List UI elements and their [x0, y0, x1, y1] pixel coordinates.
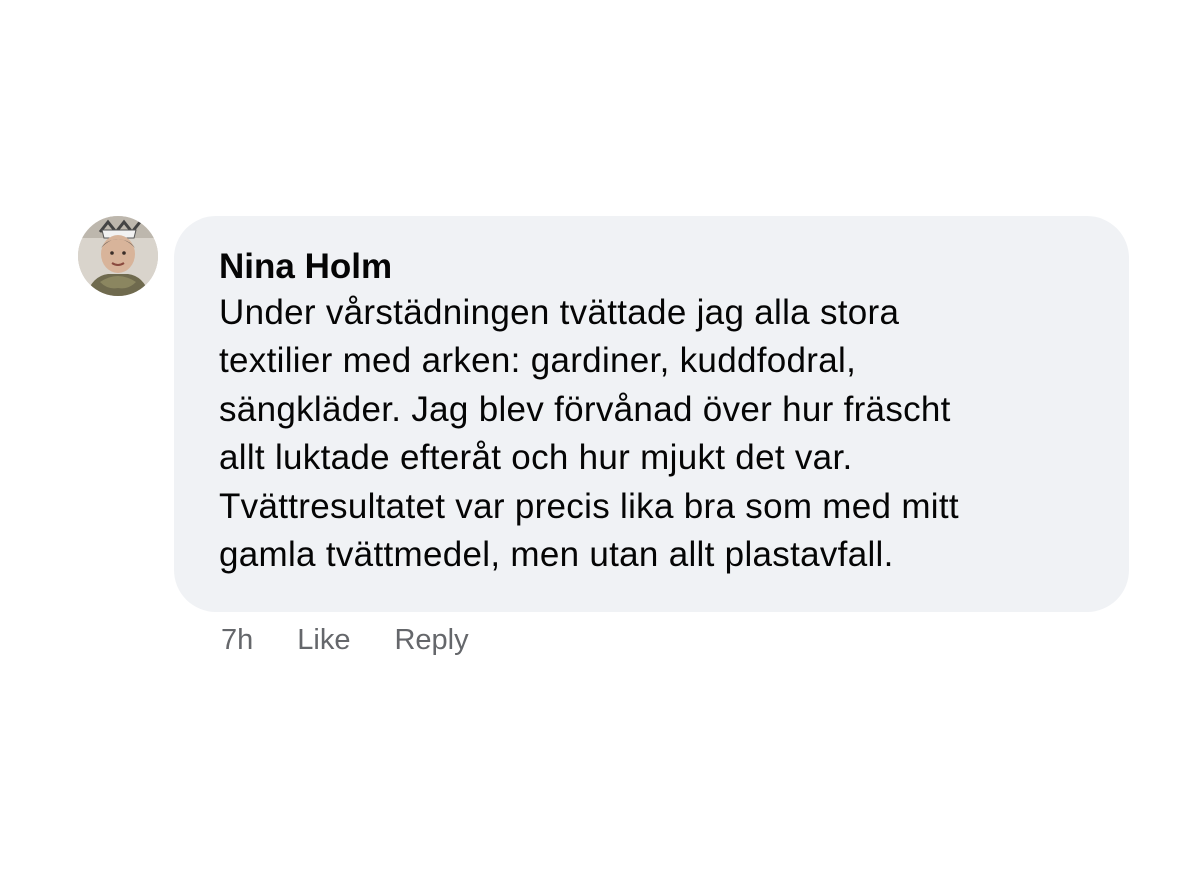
- avatar-photo-icon: [78, 216, 158, 296]
- reply-button[interactable]: Reply: [394, 624, 468, 657]
- avatar[interactable]: [78, 216, 158, 296]
- comment-bubble: Nina Holm Under vårstädningen tvättade j…: [174, 216, 1129, 612]
- comment-actions: 7h Like Reply: [221, 624, 469, 657]
- comment-text: Under vårstädningen tvättade jag alla st…: [219, 293, 959, 575]
- like-button[interactable]: Like: [297, 624, 350, 657]
- comment-timestamp[interactable]: 7h: [221, 624, 253, 657]
- comment-author[interactable]: Nina Holm: [219, 245, 1093, 289]
